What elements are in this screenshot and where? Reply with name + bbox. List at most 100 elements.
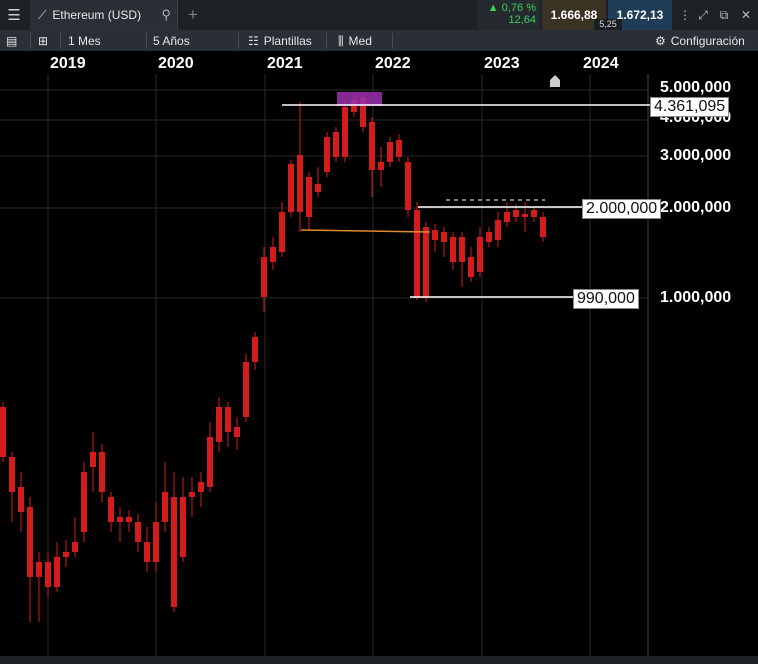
candlestick-icon: ⫼ xyxy=(338,33,344,48)
change-percent: ▲ 0,76 % xyxy=(487,2,536,14)
tab-title: Ethereum (USD) xyxy=(52,8,142,22)
x-tick-label: 2019 xyxy=(50,55,86,72)
candle-down xyxy=(333,132,339,157)
expand-icon[interactable]: ⤢ xyxy=(693,0,713,30)
candle-down xyxy=(504,212,510,222)
divider xyxy=(146,33,147,49)
y-tick-label: 3.000,000 xyxy=(660,147,732,164)
candle-down xyxy=(0,407,6,457)
candle-down xyxy=(450,237,456,262)
price-chart[interactable]: 2019 2020 2021 2022 2023 2024 5.000,000 … xyxy=(0,52,758,656)
price-change-box: ▲ 0,76 % 12,64 xyxy=(478,0,540,30)
chart-canvas[interactable] xyxy=(0,52,758,656)
templates-button[interactable]: ☷ Plantillas xyxy=(248,31,312,51)
period-selector[interactable]: 1 Mes xyxy=(68,31,101,51)
gear-icon: ⚙ xyxy=(655,34,666,48)
candle-down xyxy=(243,362,249,417)
add-tab-button[interactable]: + xyxy=(182,0,204,30)
candle-down xyxy=(180,497,186,557)
candle-down xyxy=(207,437,213,487)
candle-down xyxy=(72,542,78,552)
y-tick-label: 1.000,000 xyxy=(660,289,732,306)
price-type-button[interactable]: ⫼ Med xyxy=(338,31,372,51)
spread-value: 5,25 xyxy=(594,19,622,30)
period-label: 1 Mes xyxy=(68,34,101,48)
level-label-990[interactable]: 990,000 xyxy=(573,289,639,309)
candle-down xyxy=(216,407,222,442)
candle-down xyxy=(468,257,474,277)
candle-down xyxy=(540,217,546,237)
x-tick-label: 2020 xyxy=(158,55,194,72)
candle-down xyxy=(324,137,330,172)
candle-down xyxy=(414,210,420,297)
templates-label: Plantillas xyxy=(263,34,312,48)
divider xyxy=(238,33,239,49)
candle-down xyxy=(279,212,285,252)
divider xyxy=(326,33,327,49)
candle-down xyxy=(441,232,447,242)
chart-toolbar: ▤ ⊞ 1 Mes 5 Años ☷ Plantillas ⫼ Med ⚙ Co… xyxy=(0,31,758,51)
candle-down xyxy=(522,214,528,217)
range-selector[interactable]: 5 Años xyxy=(153,31,190,51)
candle-down xyxy=(261,257,267,297)
candle-down xyxy=(378,162,384,170)
tab-bar: ☰ ⟋ Ethereum (USD) ⚲ + ▲ 0,76 % 12,64 1.… xyxy=(0,0,758,31)
current-price-marker xyxy=(550,75,560,87)
tab-ethereum[interactable]: ⟋ Ethereum (USD) ⚲ xyxy=(30,0,178,30)
divider xyxy=(392,33,393,49)
candle-down xyxy=(531,210,537,217)
candle-down xyxy=(54,557,60,587)
candle-down xyxy=(315,184,321,192)
popout-icon[interactable]: ⧉ xyxy=(714,0,734,30)
candle-down xyxy=(171,497,177,607)
candle-down xyxy=(297,155,303,212)
close-icon[interactable]: ✕ xyxy=(736,0,756,30)
layout-grid-icon[interactable]: ⊞ xyxy=(38,31,48,51)
candle-down xyxy=(63,552,69,557)
x-tick-label: 2021 xyxy=(267,55,303,72)
candle-down xyxy=(153,522,159,562)
candle-down xyxy=(18,487,24,512)
candle-down xyxy=(396,140,402,157)
settings-button[interactable]: ⚙ Configuración xyxy=(655,31,745,51)
candle-down xyxy=(36,562,42,577)
x-tick-label: 2023 xyxy=(484,55,520,72)
candle-down xyxy=(117,517,123,522)
search-icon[interactable]: ⚲ xyxy=(161,7,171,23)
level-label-2000[interactable]: 2.000,000 xyxy=(582,199,662,219)
candle-down xyxy=(126,517,132,522)
highlight-marker xyxy=(337,92,382,106)
change-absolute: 12,64 xyxy=(508,14,536,26)
candle-down xyxy=(45,562,51,587)
list-view-icon[interactable]: ▤ xyxy=(6,31,17,51)
candle-down xyxy=(99,452,105,492)
candle-down xyxy=(162,492,168,522)
templates-icon: ☷ xyxy=(248,34,259,48)
candle-down xyxy=(189,492,195,497)
candle-down xyxy=(306,177,312,217)
candle-down xyxy=(198,482,204,492)
x-tick-label: 2022 xyxy=(375,55,411,72)
settings-label: Configuración xyxy=(670,34,745,48)
candle-down xyxy=(234,427,240,437)
candle-down xyxy=(477,237,483,272)
bottom-bar xyxy=(0,656,758,664)
candle-down xyxy=(513,210,519,217)
level-label-high[interactable]: 4.361,095 xyxy=(650,97,730,117)
candle-down xyxy=(342,107,348,157)
candle-down xyxy=(495,220,501,240)
more-icon[interactable]: ⋮ xyxy=(675,0,695,30)
chart-line-icon: ⟋ xyxy=(38,7,47,22)
candle-down xyxy=(27,507,33,577)
candle-down xyxy=(432,230,438,240)
divider xyxy=(60,33,61,49)
range-label: 5 Años xyxy=(153,34,190,48)
menu-icon[interactable]: ☰ xyxy=(0,0,28,30)
candle-down xyxy=(387,142,393,162)
candle-down xyxy=(9,457,15,492)
y-tick-label: 2.000,000 xyxy=(660,199,732,216)
y-tick-label: 5.000,000 xyxy=(660,79,732,96)
candle-down xyxy=(369,122,375,170)
candle-down xyxy=(486,232,492,242)
x-tick-label: 2024 xyxy=(583,55,619,72)
